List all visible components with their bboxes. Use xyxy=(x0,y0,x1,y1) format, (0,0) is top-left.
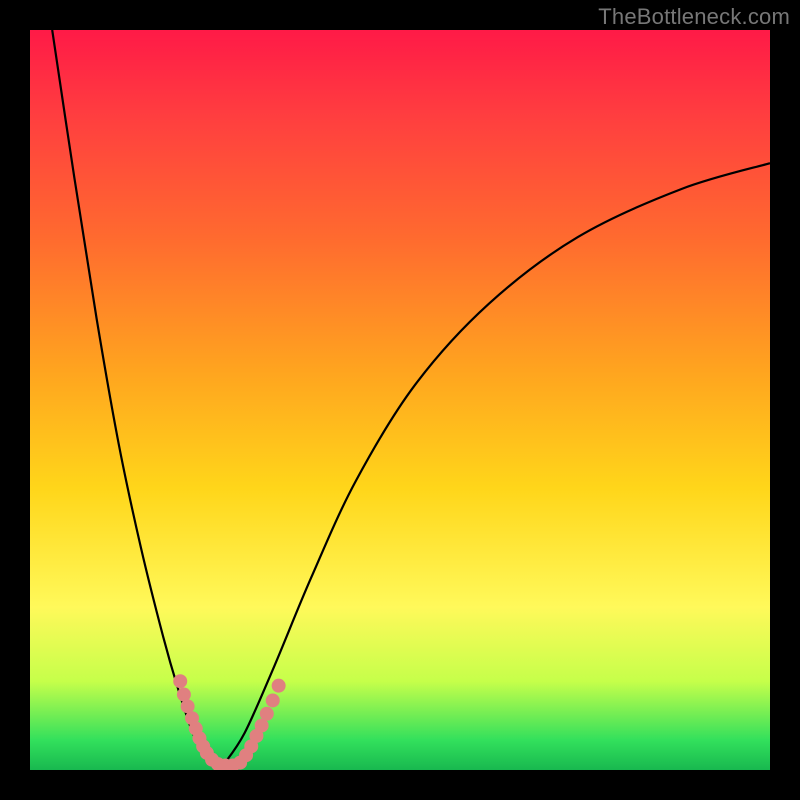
data-marker xyxy=(173,674,187,688)
data-marker xyxy=(272,679,286,693)
curve-right-branch xyxy=(222,163,770,766)
data-marker xyxy=(260,707,274,721)
watermark-text: TheBottleneck.com xyxy=(598,4,790,30)
data-marker xyxy=(177,688,191,702)
chart-frame: TheBottleneck.com xyxy=(0,0,800,800)
data-marker xyxy=(266,693,280,707)
chart-plot-area xyxy=(30,30,770,770)
curve-left-branch xyxy=(52,30,222,766)
chart-svg xyxy=(30,30,770,770)
